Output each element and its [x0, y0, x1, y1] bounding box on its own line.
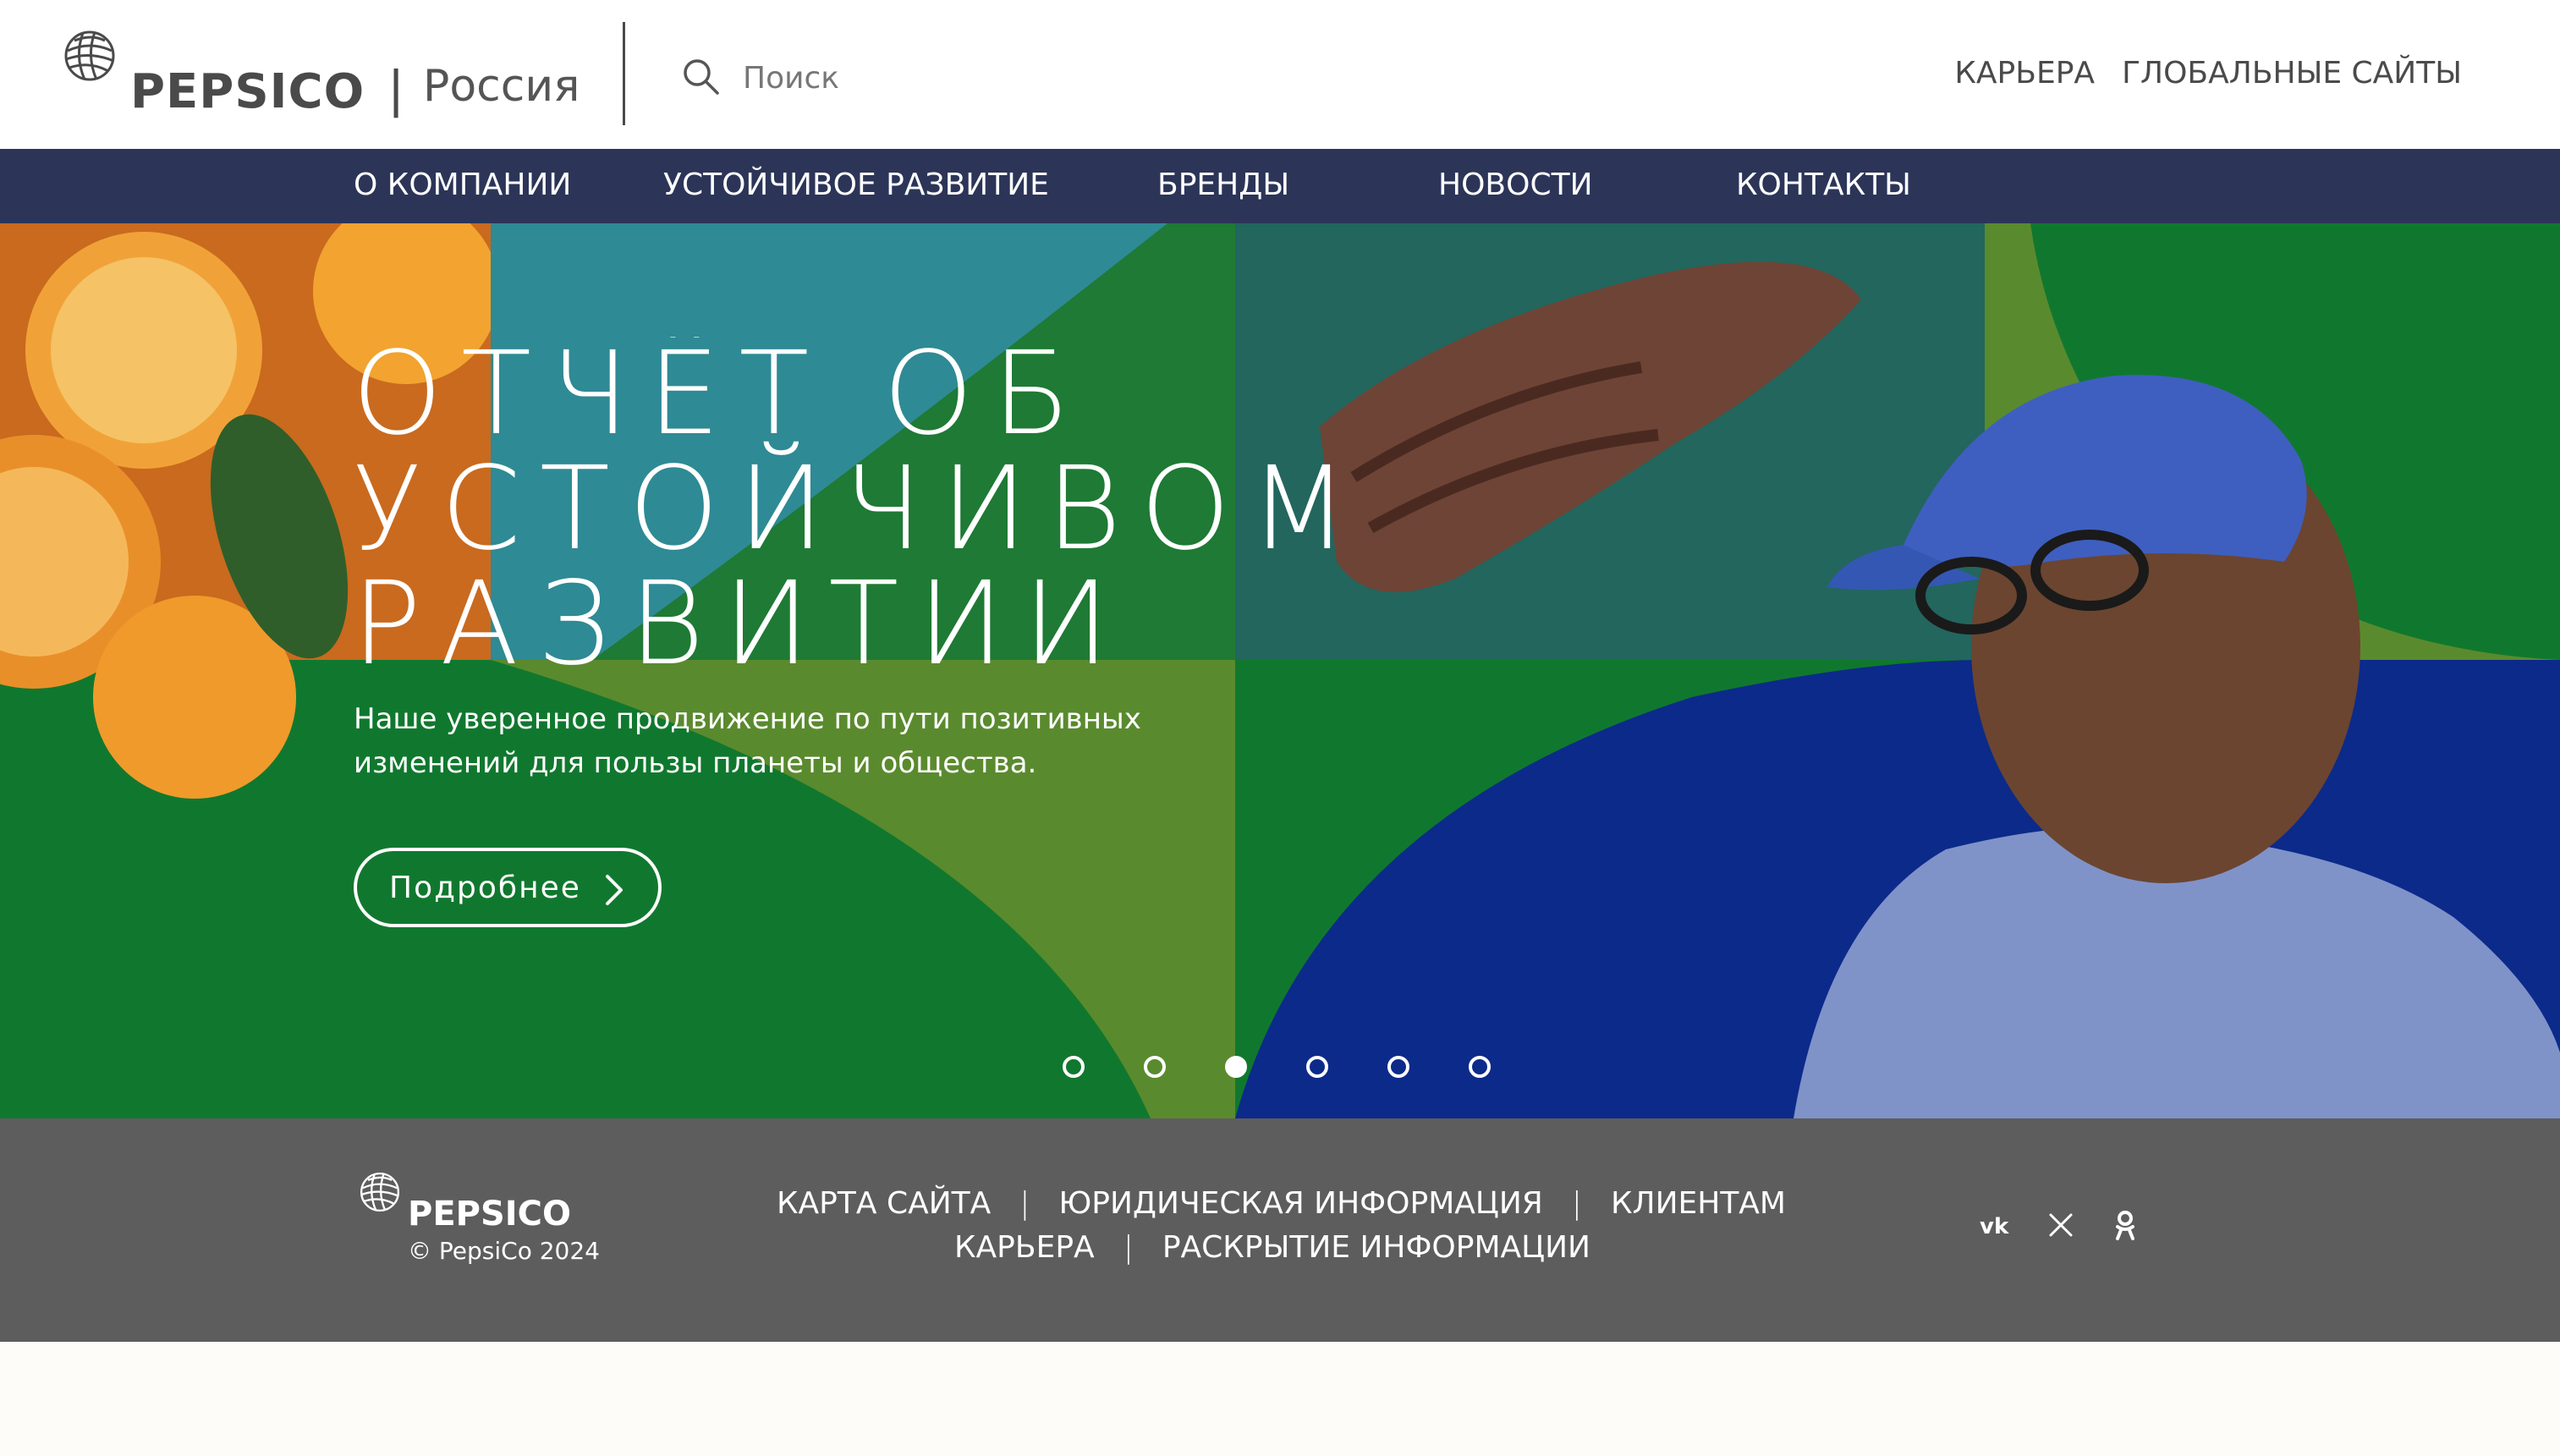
carousel-dot-3[interactable] [1225, 1056, 1247, 1078]
pepsico-logo[interactable]: PEPSICO | Россия [63, 29, 587, 122]
vk-icon[interactable]: vk [1980, 1208, 2013, 1242]
chevron-right-icon [606, 875, 623, 905]
hero-subtitle: Наше уверенное продвижение по пути позит… [354, 697, 1284, 785]
footer-links-row-2: КАРЬЕРА | РАСКРЫТИЕ ИНФОРМАЦИИ [954, 1230, 1590, 1265]
more-button-label: Подробнее [389, 870, 581, 905]
hero-title-line: РАЗВИТИИ [352, 558, 1129, 672]
header-link-career[interactable]: КАРЬЕРА [1954, 56, 2095, 91]
hero-title: ОТЧЁТ ОБ УСТОЙЧИВОМ РАЗВИТИИ [352, 337, 1706, 672]
site-footer: PEPSICO © PepsiCo 2024 КАРТА САЙТА | ЮРИ… [0, 1118, 2560, 1342]
brand-wordmark: PEPSICO [130, 64, 365, 119]
footer-link-sitemap[interactable]: КАРТА САЙТА [777, 1186, 991, 1221]
nav-item-news[interactable]: НОВОСТИ [1438, 168, 1593, 202]
footer-brand-wordmark[interactable]: PEPSICO [408, 1195, 571, 1233]
footer-separator: | [1123, 1230, 1134, 1265]
footer-links-row-1: КАРТА САЙТА | ЮРИДИЧЕСКАЯ ИНФОРМАЦИЯ | К… [777, 1186, 1786, 1221]
page-bottom-area [0, 1342, 2560, 1456]
footer-separator: | [1019, 1186, 1030, 1221]
footer-link-legal[interactable]: ЮРИДИЧЕСКАЯ ИНФОРМАЦИЯ [1058, 1186, 1542, 1221]
search-icon[interactable] [680, 56, 721, 96]
hero-title-line: УСТОЙЧИВОМ [352, 442, 1367, 576]
nav-item-about[interactable]: О КОМПАНИИ [354, 168, 571, 202]
pepsico-globe-icon[interactable] [359, 1171, 401, 1213]
carousel-dot-4[interactable] [1306, 1056, 1328, 1078]
footer-separator: | [1571, 1186, 1582, 1221]
search-box[interactable] [680, 56, 1149, 100]
carousel-dot-5[interactable] [1387, 1056, 1409, 1078]
odnoklassniki-icon[interactable] [2108, 1208, 2142, 1242]
main-nav: О КОМПАНИИ УСТОЙЧИВОЕ РАЗВИТИЕ БРЕНДЫ НО… [0, 149, 2560, 223]
footer-link-career[interactable]: КАРЬЕРА [954, 1230, 1095, 1265]
pepsico-globe-icon [64, 30, 115, 81]
hero-subtitle-line: изменений для пользы планеты и общества. [354, 746, 1037, 780]
more-button[interactable]: Подробнее [354, 848, 662, 927]
footer-copyright: © PepsiCo 2024 [408, 1237, 600, 1265]
carousel-dot-2[interactable] [1144, 1056, 1166, 1078]
region-label: Россия [423, 61, 580, 112]
footer-link-disclosure[interactable]: РАСКРЫТИЕ ИНФОРМАЦИИ [1162, 1230, 1590, 1265]
carousel-dot-6[interactable] [1469, 1056, 1491, 1078]
social-links: vk [1980, 1208, 2142, 1242]
nav-item-brands[interactable]: БРЕНДЫ [1157, 168, 1289, 202]
x-twitter-icon[interactable] [2044, 1208, 2078, 1242]
search-input[interactable] [743, 56, 1149, 100]
carousel-dot-1[interactable] [1063, 1056, 1085, 1078]
hero-carousel: ОТЧЁТ ОБ УСТОЙЧИВОМ РАЗВИТИИ Наше уверен… [0, 223, 2560, 1118]
hero-title-line: ОТЧЁТ ОБ [352, 337, 1090, 461]
svg-text:vk: vk [1980, 1214, 2009, 1239]
brand-separator: | [389, 60, 404, 118]
header-link-global-sites[interactable]: ГЛОБАЛЬНЫЕ САЙТЫ [2122, 56, 2462, 91]
nav-item-contacts[interactable]: КОНТАКТЫ [1736, 168, 1911, 202]
nav-item-sustainability[interactable]: УСТОЙЧИВОЕ РАЗВИТИЕ [663, 168, 1049, 202]
footer-link-customers[interactable]: КЛИЕНТАМ [1611, 1186, 1786, 1221]
site-header: PEPSICO | Россия КАРЬЕРА ГЛОБАЛЬНЫЕ САЙТ… [0, 0, 2560, 149]
utility-links: КАРЬЕРА ГЛОБАЛЬНЫЕ САЙТЫ [1954, 56, 2462, 91]
header-divider [623, 22, 625, 125]
hero-subtitle-line: Наше уверенное продвижение по пути позит… [354, 702, 1141, 736]
